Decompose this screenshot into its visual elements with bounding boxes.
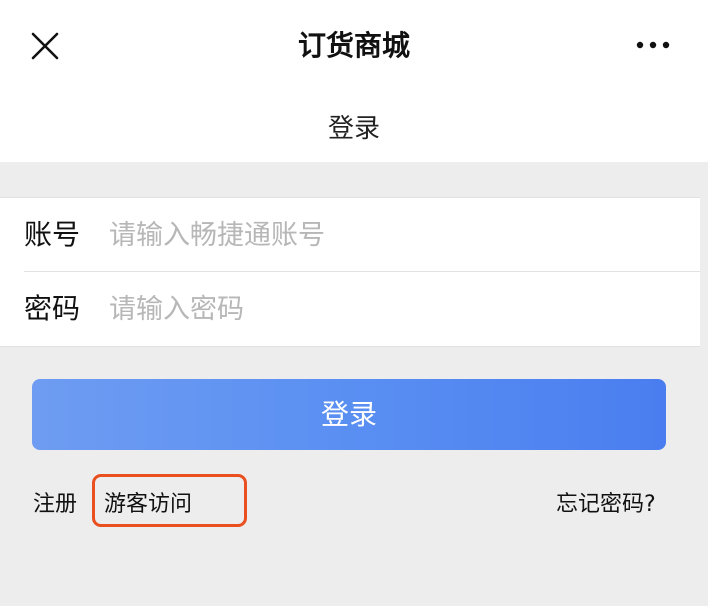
login-button[interactable]: 登录 <box>32 379 666 450</box>
app-title: 订货商城 <box>297 29 410 62</box>
register-link[interactable]: 注册 <box>33 490 77 520</box>
password-row: 密码 <box>0 272 700 346</box>
password-input[interactable] <box>109 284 679 334</box>
account-label: 账号 <box>24 218 81 251</box>
page-header: 登录 <box>0 90 708 162</box>
title-bar: 订货商城 <box>0 0 708 90</box>
account-input[interactable] <box>109 210 679 260</box>
account-row: 账号 <box>0 198 700 272</box>
page-title: 登录 <box>327 114 380 144</box>
login-form: 账号 密码 <box>0 197 700 347</box>
forgot-password-link[interactable]: 忘记密码? <box>556 490 656 520</box>
more-horizontal-icon[interactable] <box>636 40 670 50</box>
guest-access-highlight <box>92 474 247 527</box>
password-label: 密码 <box>24 292 81 325</box>
